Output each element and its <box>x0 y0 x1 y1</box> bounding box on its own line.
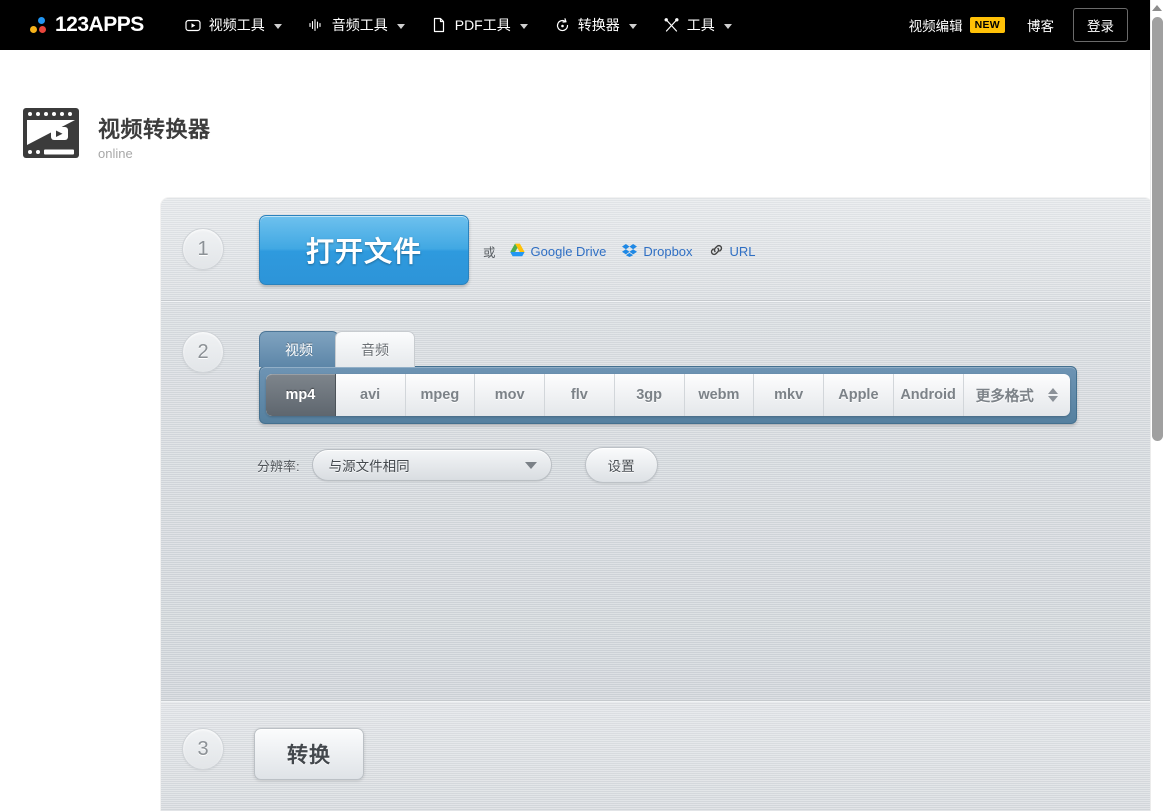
page-subtitle: online <box>98 146 211 161</box>
dropbox-label: Dropbox <box>643 244 692 259</box>
tab-audio[interactable]: 音频 <box>335 331 415 367</box>
url-link[interactable]: URL <box>709 243 756 260</box>
spinner-arrows-icon <box>1048 388 1058 402</box>
format-option-webm[interactable]: webm <box>685 374 755 416</box>
step-2-section: 2 视频 音频 mp4 avi mpeg mov flv 3gp webm mk… <box>161 300 1152 700</box>
dropbox-link[interactable]: Dropbox <box>622 243 692 260</box>
navbar-right-group: 视频编辑 NEW 博客 登录 <box>898 8 1150 42</box>
nav-item-label: 转换器 <box>578 15 620 35</box>
chevron-down-icon <box>629 24 637 29</box>
brand-logo[interactable]: 123APPS <box>30 13 144 37</box>
open-file-button[interactable]: 打开文件 <box>259 215 469 285</box>
top-navbar: 123APPS 视频工具 音频工具 PDF工具 转换器 工具 <box>0 0 1150 50</box>
brand-name: 123APPS <box>55 13 144 37</box>
dropbox-icon <box>622 243 637 260</box>
format-selector-bar: mp4 avi mpeg mov flv 3gp webm mkv Apple … <box>259 366 1077 424</box>
more-formats-label: 更多格式 <box>976 385 1034 406</box>
crossed-tools-icon <box>663 17 680 34</box>
scrollbar-thumb[interactable] <box>1152 17 1163 441</box>
chevron-down-icon <box>525 462 537 469</box>
format-option-apple[interactable]: Apple <box>824 374 894 416</box>
format-option-mp4[interactable]: mp4 <box>266 374 336 416</box>
chevron-down-icon <box>520 24 528 29</box>
nav-item-video-tools[interactable]: 视频工具 <box>172 0 295 50</box>
nav-item-label: PDF工具 <box>455 15 511 35</box>
step-1-section: 1 打开文件 或 Google Drive Dropbox URL <box>161 198 1152 300</box>
nav-blog-label: 博客 <box>1027 15 1054 35</box>
login-button[interactable]: 登录 <box>1073 8 1128 42</box>
film-strip-play-icon <box>22 106 80 161</box>
google-drive-label: Google Drive <box>531 244 607 259</box>
tab-video[interactable]: 视频 <box>259 331 339 367</box>
convert-refresh-icon <box>554 17 571 34</box>
step-2-number: 2 <box>182 331 224 373</box>
nav-item-converter[interactable]: 转换器 <box>541 0 650 50</box>
nav-item-audio-tools[interactable]: 音频工具 <box>295 0 418 50</box>
alternate-sources: 或 Google Drive Dropbox URL <box>483 242 772 261</box>
url-label: URL <box>730 244 756 259</box>
brand-dots-icon <box>30 15 48 35</box>
resolution-value: 与源文件相同 <box>329 455 410 475</box>
format-option-mov[interactable]: mov <box>475 374 545 416</box>
converter-panel: 1 打开文件 或 Google Drive Dropbox URL <box>161 198 1152 811</box>
or-label: 或 <box>483 242 496 261</box>
format-option-mpeg[interactable]: mpeg <box>406 374 476 416</box>
media-type-tabs: 视频 音频 <box>259 331 415 367</box>
settings-button[interactable]: 设置 <box>585 447 658 483</box>
convert-button[interactable]: 转换 <box>254 728 364 780</box>
step-1-number: 1 <box>182 228 224 270</box>
step-3-number: 3 <box>182 728 224 770</box>
format-option-android[interactable]: Android <box>894 374 964 416</box>
chevron-down-icon <box>397 24 405 29</box>
link-icon <box>709 243 724 260</box>
page-title: 视频转换器 <box>98 112 211 144</box>
nav-item-tools[interactable]: 工具 <box>650 0 745 50</box>
document-icon <box>431 17 448 34</box>
vertical-scrollbar[interactable] <box>1150 0 1165 811</box>
nav-blog-link[interactable]: 博客 <box>1016 15 1065 35</box>
nav-item-label: 视频工具 <box>209 15 265 35</box>
format-option-avi[interactable]: avi <box>336 374 406 416</box>
audio-wave-icon <box>308 17 325 34</box>
video-play-icon <box>185 17 202 34</box>
new-badge: NEW <box>970 17 1005 33</box>
nav-item-label: 工具 <box>687 15 715 35</box>
resolution-label: 分辨率: <box>257 456 300 475</box>
page-title-block: 视频转换器 online <box>22 106 211 161</box>
google-drive-link[interactable]: Google Drive <box>510 243 607 260</box>
nav-video-editor-label: 视频编辑 <box>909 15 963 35</box>
format-option-3gp[interactable]: 3gp <box>615 374 685 416</box>
resolution-select[interactable]: 与源文件相同 <box>312 449 552 481</box>
resolution-row: 分辨率: 与源文件相同 设置 <box>257 447 658 483</box>
more-formats-button[interactable]: 更多格式 <box>964 374 1071 416</box>
nav-item-label: 音频工具 <box>332 15 388 35</box>
nav-item-pdf-tools[interactable]: PDF工具 <box>418 0 541 50</box>
chevron-down-icon <box>274 24 282 29</box>
nav-video-editor-link[interactable]: 视频编辑 NEW <box>898 15 1016 35</box>
format-option-flv[interactable]: flv <box>545 374 615 416</box>
format-option-mkv[interactable]: mkv <box>754 374 824 416</box>
google-drive-icon <box>510 243 525 260</box>
chevron-down-icon <box>724 24 732 29</box>
format-track: mp4 avi mpeg mov flv 3gp webm mkv Apple … <box>266 374 1070 416</box>
step-3-section: 3 转换 <box>161 700 1152 811</box>
scroll-up-arrow-icon[interactable] <box>1152 5 1162 11</box>
